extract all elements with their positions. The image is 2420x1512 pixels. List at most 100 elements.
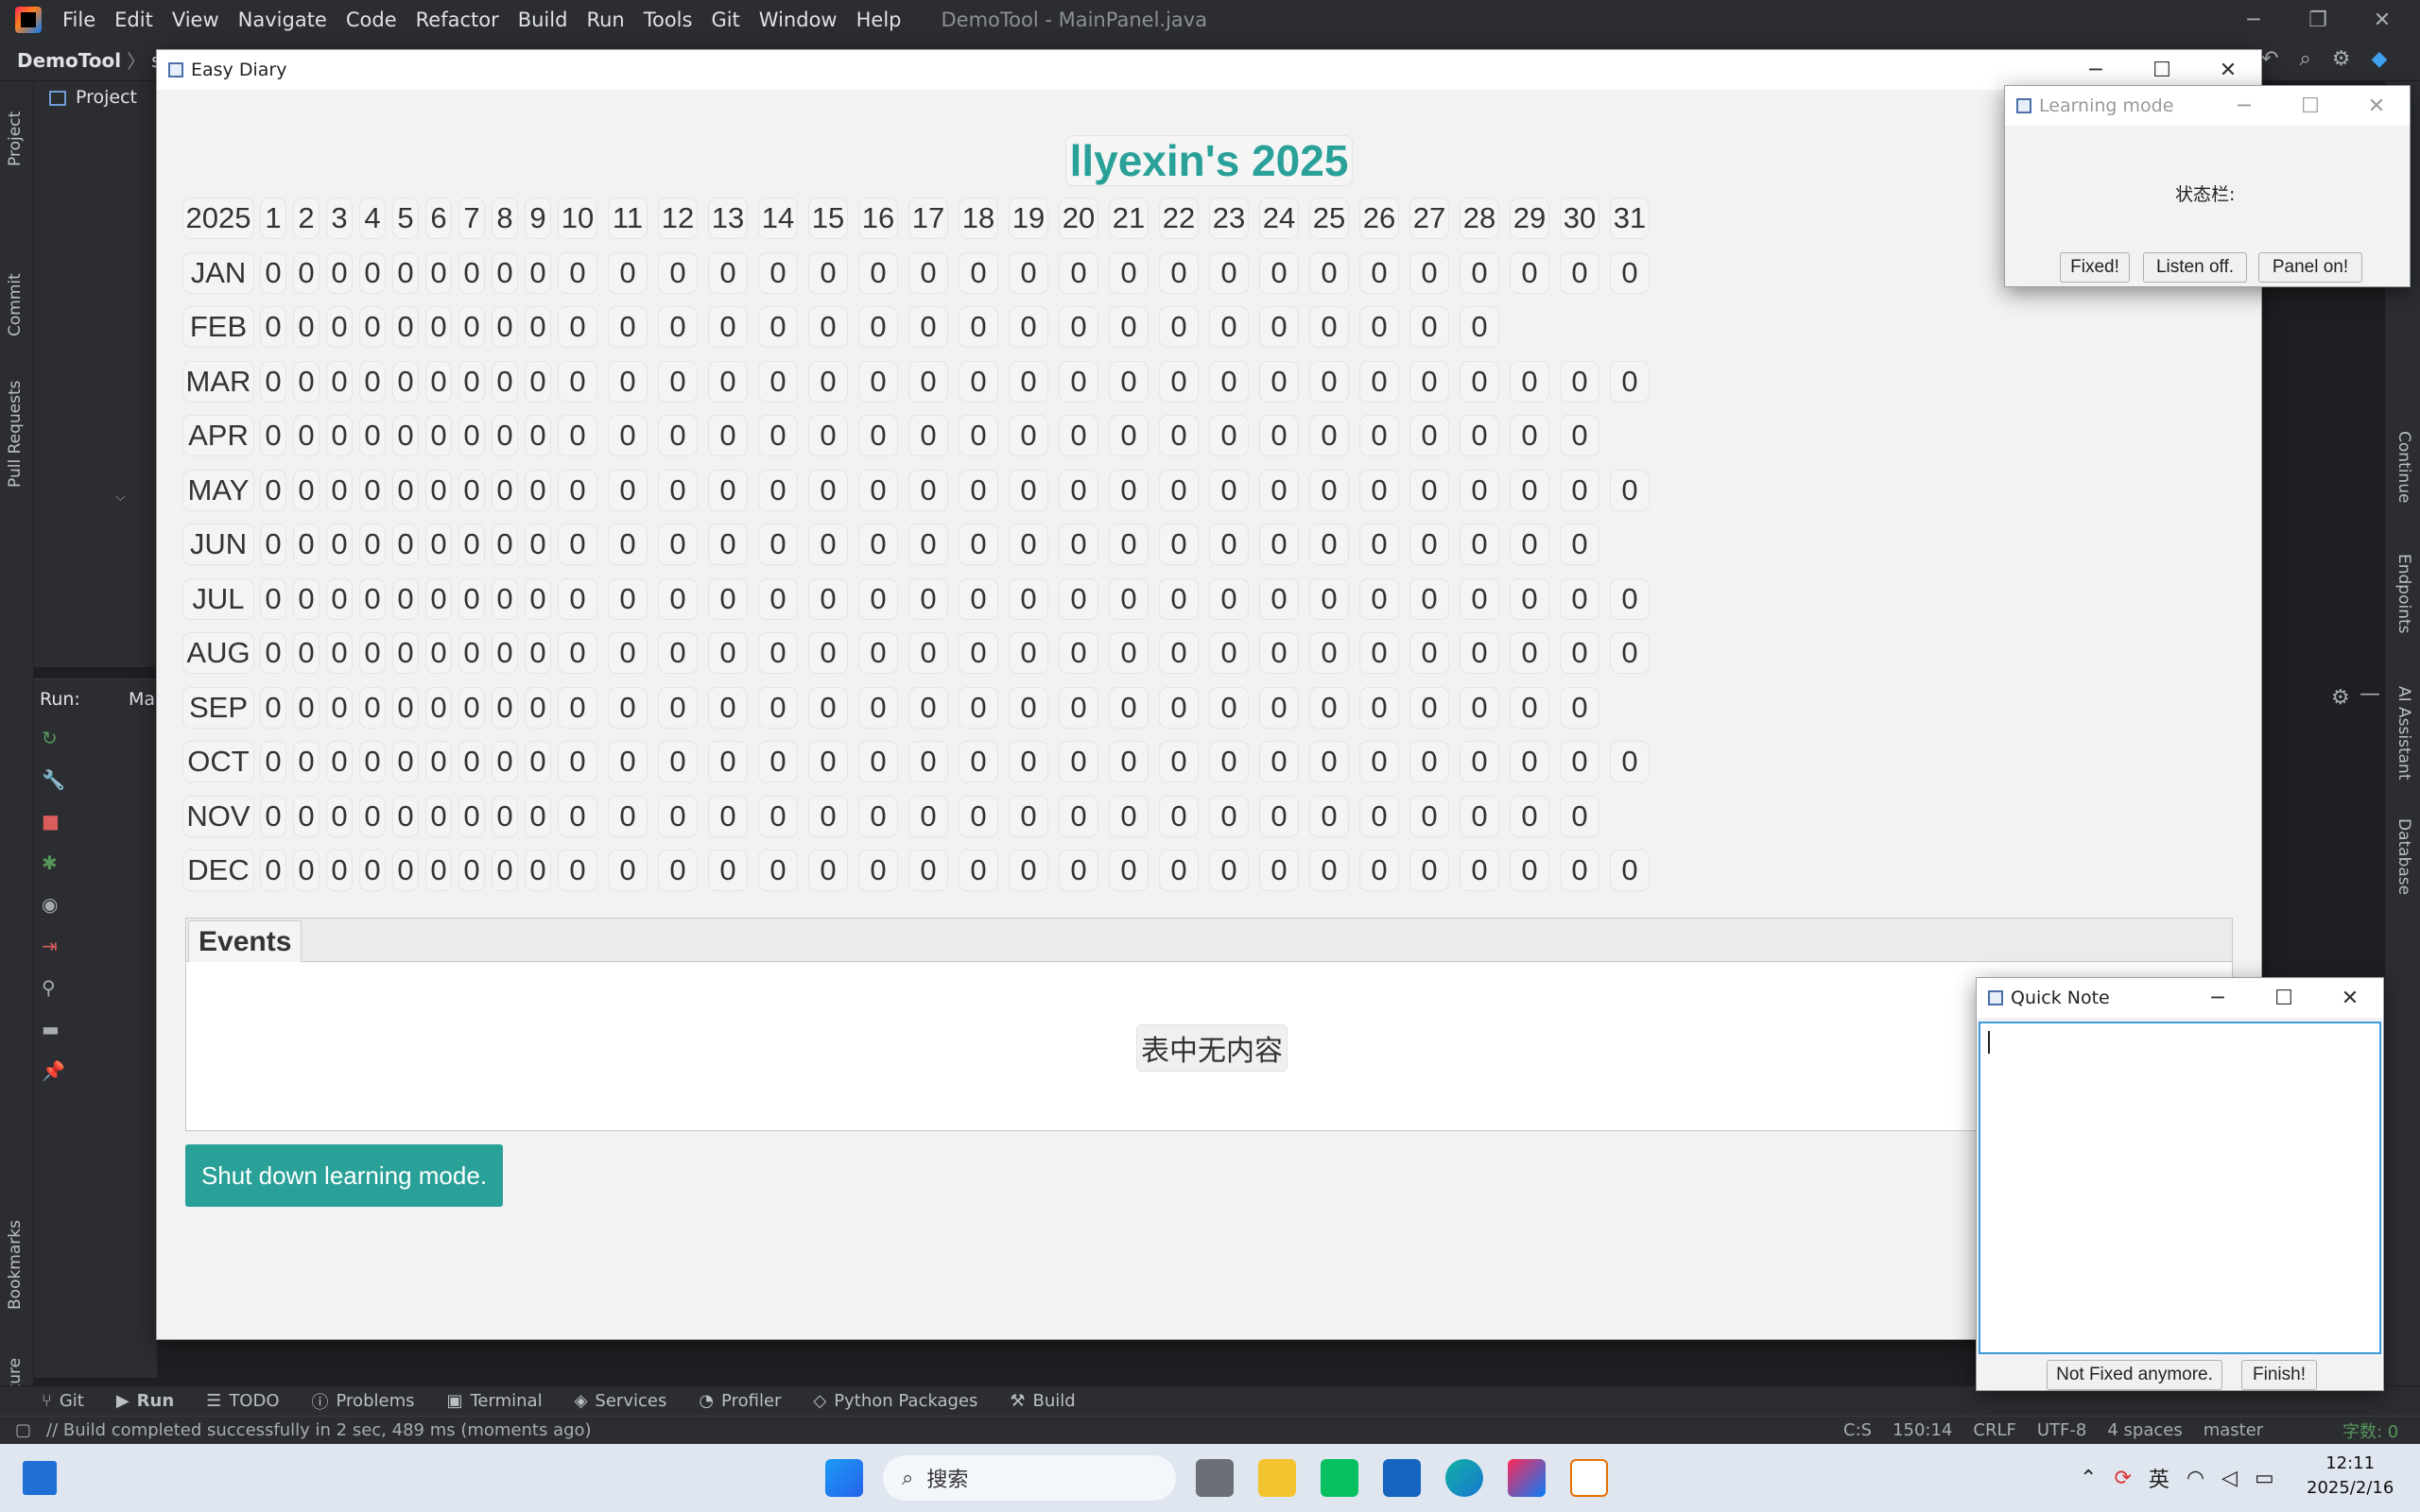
day-cell[interactable]: 0 bbox=[1159, 741, 1199, 782]
speaker-icon[interactable]: ◁ bbox=[2221, 1467, 2238, 1490]
day-cell[interactable]: 0 bbox=[858, 360, 898, 403]
day-cell[interactable]: 0 bbox=[1610, 360, 1650, 403]
day-cell[interactable]: 0 bbox=[1510, 795, 1549, 837]
day-cell[interactable]: 0 bbox=[758, 360, 798, 403]
day-cell[interactable]: 0 bbox=[525, 577, 551, 620]
day-cell[interactable]: 0 bbox=[425, 469, 452, 511]
day-cell[interactable]: 0 bbox=[458, 251, 485, 294]
day-cell[interactable]: 0 bbox=[1510, 524, 1549, 565]
taskbar-search[interactable]: ⌕ 搜索 bbox=[883, 1455, 1176, 1501]
day-cell[interactable]: 0 bbox=[326, 850, 353, 891]
status-item[interactable]: 150:14 bbox=[1893, 1420, 1952, 1440]
day-cell[interactable]: 0 bbox=[1510, 850, 1549, 891]
day-cell[interactable]: 0 bbox=[1409, 524, 1449, 565]
day-cell[interactable]: 0 bbox=[959, 360, 998, 403]
day-cell[interactable]: 0 bbox=[658, 360, 698, 403]
day-cell[interactable]: 0 bbox=[392, 850, 419, 891]
day-cell[interactable]: 0 bbox=[326, 686, 353, 729]
day-cell[interactable]: 0 bbox=[1109, 524, 1149, 565]
day-cell[interactable]: 0 bbox=[1359, 632, 1399, 674]
day-cell[interactable]: 0 bbox=[959, 469, 998, 511]
day-cell[interactable]: 0 bbox=[708, 360, 748, 403]
day-cell[interactable]: 0 bbox=[758, 850, 798, 891]
day-cell[interactable]: 0 bbox=[808, 306, 848, 348]
day-cell[interactable]: 0 bbox=[908, 686, 948, 729]
day-cell[interactable]: 0 bbox=[1309, 686, 1349, 729]
day-cell[interactable]: 0 bbox=[608, 524, 648, 565]
day-cell[interactable]: 0 bbox=[1359, 741, 1399, 782]
day-cell[interactable]: 0 bbox=[1560, 577, 1599, 620]
day-cell[interactable]: 0 bbox=[1460, 251, 1499, 294]
day-cell[interactable]: 0 bbox=[908, 524, 948, 565]
day-cell[interactable]: 0 bbox=[608, 469, 648, 511]
close-icon[interactable]: ✕ bbox=[2350, 0, 2414, 40]
day-cell[interactable]: 0 bbox=[1209, 306, 1249, 348]
day-cell[interactable]: 0 bbox=[525, 251, 551, 294]
tool-pull-requests[interactable]: Pull Requests bbox=[6, 381, 25, 489]
day-cell[interactable]: 0 bbox=[758, 415, 798, 456]
sync-icon[interactable]: ⟳ bbox=[2114, 1467, 2131, 1490]
day-cell[interactable]: 0 bbox=[260, 306, 286, 348]
status-item[interactable]: C:S bbox=[1843, 1420, 1872, 1440]
maximize-icon[interactable]: ☐ bbox=[2251, 978, 2317, 1018]
day-cell[interactable]: 0 bbox=[1259, 577, 1299, 620]
day-cell[interactable]: 0 bbox=[1259, 360, 1299, 403]
day-cell[interactable]: 0 bbox=[1059, 251, 1098, 294]
learning-mode-titlebar[interactable]: Learning mode ─ ☐ ✕ bbox=[2005, 86, 2410, 126]
day-cell[interactable]: 0 bbox=[1560, 632, 1599, 674]
task-view-icon[interactable] bbox=[1196, 1459, 1234, 1497]
month-label-may[interactable]: MAY bbox=[182, 469, 254, 511]
day-header-cell[interactable]: 20 bbox=[1059, 198, 1098, 239]
day-cell[interactable]: 0 bbox=[808, 251, 848, 294]
day-header-cell[interactable]: 10 bbox=[558, 198, 597, 239]
day-cell[interactable]: 0 bbox=[458, 795, 485, 837]
day-cell[interactable]: 0 bbox=[908, 632, 948, 674]
day-cell[interactable]: 0 bbox=[392, 360, 419, 403]
day-cell[interactable]: 0 bbox=[359, 686, 386, 729]
day-cell[interactable]: 0 bbox=[1460, 741, 1499, 782]
day-cell[interactable]: 0 bbox=[525, 306, 551, 348]
day-cell[interactable]: 0 bbox=[260, 360, 286, 403]
day-cell[interactable]: 0 bbox=[1259, 469, 1299, 511]
day-cell[interactable]: 0 bbox=[359, 306, 386, 348]
day-cell[interactable]: 0 bbox=[708, 415, 748, 456]
shutdown-learning-button[interactable]: Shut down learning mode. bbox=[185, 1144, 503, 1207]
file-explorer-icon[interactable] bbox=[1258, 1459, 1296, 1497]
day-cell[interactable]: 0 bbox=[1460, 850, 1499, 891]
day-cell[interactable]: 0 bbox=[1009, 415, 1048, 456]
day-cell[interactable]: 0 bbox=[392, 577, 419, 620]
day-header-cell[interactable]: 5 bbox=[392, 198, 419, 239]
day-cell[interactable]: 0 bbox=[525, 524, 551, 565]
day-cell[interactable]: 0 bbox=[808, 469, 848, 511]
year-header-cell[interactable]: 2025 bbox=[182, 198, 254, 239]
day-cell[interactable]: 0 bbox=[392, 686, 419, 729]
day-cell[interactable]: 0 bbox=[1009, 524, 1048, 565]
day-cell[interactable]: 0 bbox=[392, 741, 419, 782]
day-cell[interactable]: 0 bbox=[525, 850, 551, 891]
day-cell[interactable]: 0 bbox=[1309, 360, 1349, 403]
day-cell[interactable]: 0 bbox=[1510, 360, 1549, 403]
day-cell[interactable]: 0 bbox=[1510, 469, 1549, 511]
day-cell[interactable]: 0 bbox=[293, 306, 320, 348]
status-toggle-icon[interactable]: ▢ bbox=[15, 1420, 31, 1440]
day-cell[interactable]: 0 bbox=[1159, 524, 1199, 565]
day-cell[interactable]: 0 bbox=[392, 415, 419, 456]
day-cell[interactable]: 0 bbox=[708, 850, 748, 891]
chevron-up-icon[interactable]: ⌃ bbox=[2080, 1467, 2097, 1490]
day-cell[interactable]: 0 bbox=[1510, 577, 1549, 620]
day-cell[interactable]: 0 bbox=[1009, 360, 1048, 403]
day-cell[interactable]: 0 bbox=[1259, 415, 1299, 456]
clock[interactable]: 12:11 2025/2/16 bbox=[2307, 1452, 2394, 1501]
status-item[interactable]: master bbox=[2204, 1420, 2263, 1440]
day-cell[interactable]: 0 bbox=[1059, 415, 1098, 456]
day-cell[interactable]: 0 bbox=[1460, 524, 1499, 565]
day-cell[interactable]: 0 bbox=[1560, 741, 1599, 782]
day-cell[interactable]: 0 bbox=[1109, 469, 1149, 511]
day-cell[interactable]: 0 bbox=[1009, 577, 1048, 620]
minimize-icon[interactable]: ─ bbox=[2211, 86, 2277, 126]
day-cell[interactable]: 0 bbox=[1209, 686, 1249, 729]
day-cell[interactable]: 0 bbox=[525, 741, 551, 782]
day-header-cell[interactable]: 29 bbox=[1510, 198, 1549, 239]
day-cell[interactable]: 0 bbox=[425, 795, 452, 837]
day-cell[interactable]: 0 bbox=[492, 577, 518, 620]
